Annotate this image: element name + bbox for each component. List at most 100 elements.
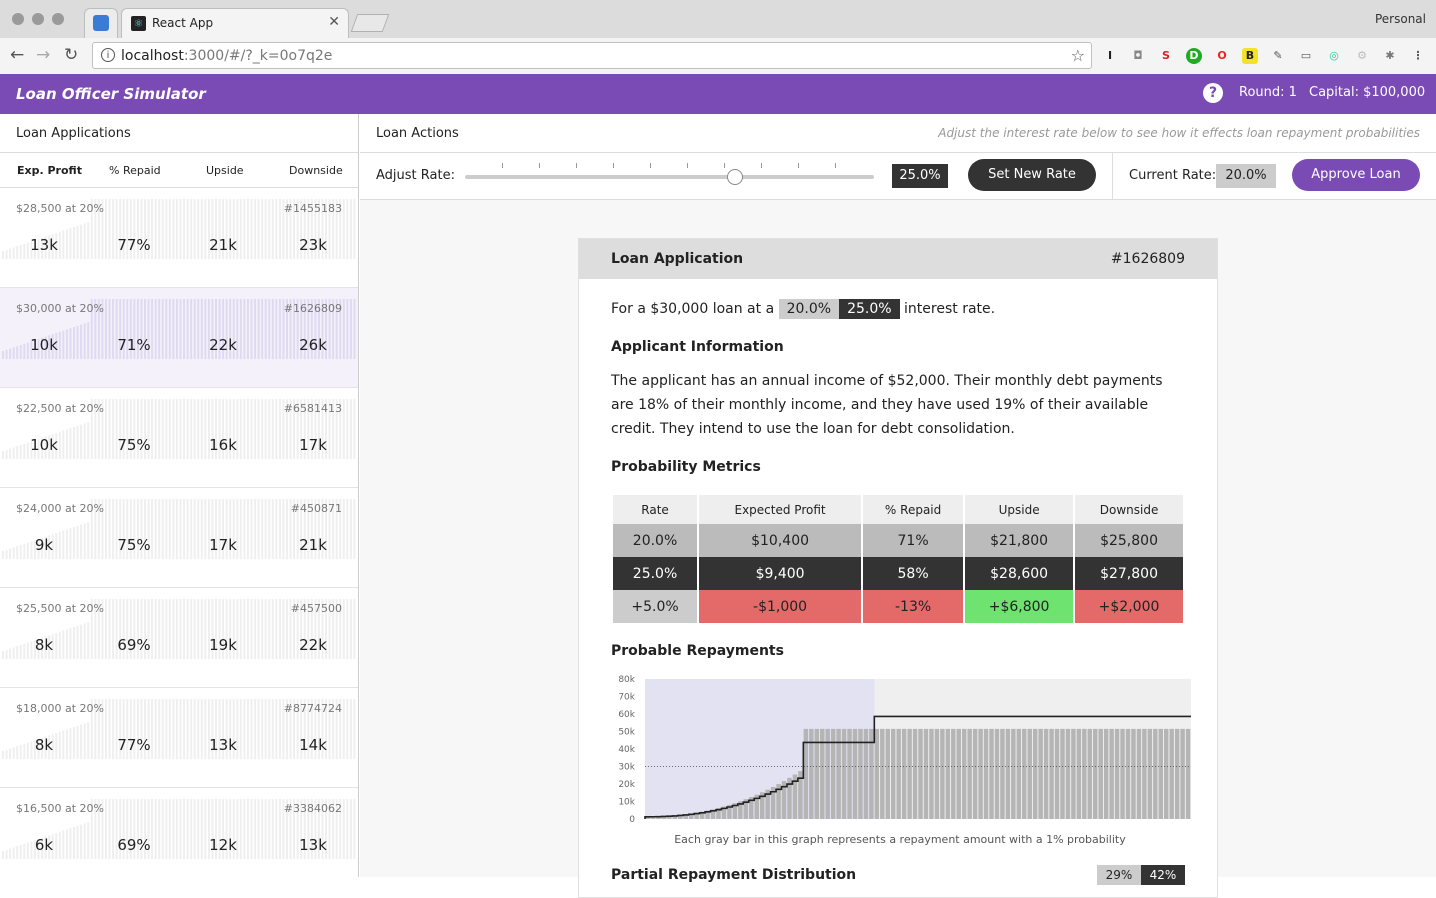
metric-diff-cell: -13% [863,590,964,623]
loan-item[interactable]: $25,500 at 20% #457500 8k 69% 19k 22k [0,588,358,688]
metric-cell: 71% [863,524,964,557]
profile-name[interactable]: Personal [1375,12,1426,26]
slider-tick [687,163,688,168]
col-repaid[interactable]: % Repaid [109,164,161,177]
repayment-bar [1136,728,1142,819]
metrics-header: Rate [613,495,698,524]
intro-new-rate: 25.0% [839,299,900,319]
rate-slider[interactable] [465,163,874,185]
applicant-text: The applicant has an annual income of $5… [611,373,1163,437]
loan-bar [264,399,267,459]
camera-icon[interactable]: ◘ [1130,48,1146,64]
loan-id: #457500 [290,602,342,615]
menu-icon[interactable]: ⋮ [1410,48,1426,64]
loan-bar [353,499,356,559]
y-tick-label: 60k [618,710,635,720]
repayment-bar [907,728,912,819]
slider-tick [650,163,651,168]
repayment-bar [1147,728,1153,819]
repayment-bar [896,728,901,819]
loan-bar [268,599,271,659]
loan-bar [175,799,178,859]
repayments-chart: 0 10k 20k 30k 40k 50k 60k 70k 80k Each gray bar … [605,671,1195,851]
rate-slider-thumb[interactable] [727,169,743,185]
tab-react-app[interactable]: ⚛ React App ✕ [121,8,349,39]
repayment-bar [1022,728,1027,819]
tab-strip: ⚛ React App ✕ Personal [0,0,1436,39]
new-tab-button[interactable] [350,14,390,32]
loan-upside: 22k [209,336,237,354]
repayment-bar [891,728,896,819]
cast-icon[interactable]: ▭ [1298,48,1314,64]
address-bar[interactable]: i localhost:3000/#/?_k=0o7q2e ☆ [92,42,1092,69]
loan-item[interactable]: $24,000 at 20% #450871 9k 75% 17k 21k [0,488,358,588]
loan-repaid: 75% [117,436,151,454]
close-icon[interactable]: ✕ [328,14,340,30]
loan-bar [268,199,271,259]
col-downside[interactable]: Downside [289,164,343,177]
col-exp-profit[interactable]: Exp. Profit [17,164,82,177]
loan-profit: 8k [34,736,54,754]
loan-amount: $30,000 at 20% [16,302,104,315]
loan-bar [179,799,182,859]
info-icon[interactable]: i [101,48,115,62]
metric-cell: $28,600 [965,557,1074,590]
loan-bar [264,499,267,559]
approve-loan-button[interactable]: Approve Loan [1292,159,1420,191]
help-icon[interactable]: ? [1203,83,1223,103]
repayment-bar [1065,728,1071,819]
loan-bar [87,822,90,859]
metrics-row-diff: +5.0% -$1,000 -13% +$6,800 +$2,000 [613,590,1183,623]
extension-b-icon[interactable]: B [1242,48,1258,64]
repayment-bar [1158,728,1163,819]
reload-icon[interactable]: ↻ [64,45,78,65]
repayments-heading: Probable Repayments [611,643,784,659]
loan-item[interactable]: $30,000 at 20% #1626809 10k 71% 22k 26k [0,288,358,388]
opera-icon[interactable]: O [1214,48,1230,64]
loan-repaid: 69% [117,636,151,654]
close-window-button[interactable] [12,13,24,25]
back-arrow-icon[interactable]: ← [10,45,24,65]
bookmark-star-icon[interactable]: ☆ [1071,46,1085,65]
repayment-bar [940,728,945,819]
loan-profit: 6k [34,836,54,854]
loan-downside: 26k [299,336,327,354]
loan-bar [87,522,90,559]
card-header: Loan Application #1626809 [579,239,1217,279]
slider-tick [613,163,614,168]
extension-circle-icon[interactable]: ◎ [1326,48,1342,64]
zoom-window-button[interactable] [52,13,64,25]
applicant-heading: Applicant Information [611,339,784,355]
loan-item[interactable]: $28,500 at 20% #1455183 13k 77% 21k 23k [0,188,358,288]
rate-hint: Adjust the interest rate below to see ho… [938,126,1420,140]
minimize-window-button[interactable] [32,13,44,25]
loan-actions-pane: Loan Actions Adjust the interest rate be… [360,114,1436,898]
extension-i-icon[interactable]: I [1102,48,1118,64]
col-upside[interactable]: Upside [206,164,244,177]
repayment-bar [1131,728,1136,819]
loan-bar [175,299,178,359]
loan-item[interactable]: $22,500 at 20% #6581413 10k 75% 16k 17k [0,388,358,488]
loan-item[interactable]: $16,500 at 20% #3384062 6k 69% 12k 13k [0,788,358,877]
repayment-bar [994,728,1000,819]
extension-s-icon[interactable]: S [1158,48,1174,64]
bug-icon[interactable]: ✱ [1382,48,1398,64]
pin-icon[interactable]: ✎ [1270,48,1286,64]
y-tick-label: 50k [618,728,635,738]
tab-pinned[interactable] [84,8,118,38]
tab-title: React App [152,16,214,30]
extension-d-icon[interactable]: D [1186,48,1202,64]
repayment-bar [951,728,956,819]
card-title: Loan Application [611,251,744,267]
loan-profit: 13k [30,236,58,254]
loan-bar [87,222,90,259]
loan-id: #1626809 [283,302,342,315]
y-tick-label: 40k [618,745,635,755]
repayment-bar [1153,728,1158,819]
gear-icon[interactable]: ⚙ [1354,48,1370,64]
loan-list: $28,500 at 20% #1455183 13k 77% 21k 23k $30,00… [0,188,358,877]
metrics-header: % Repaid [863,495,964,524]
set-new-rate-button[interactable]: Set New Rate [968,159,1096,191]
loan-item[interactable]: $18,000 at 20% #8774724 8k 77% 13k 14k [0,688,358,788]
forward-arrow-icon[interactable]: → [36,45,50,65]
